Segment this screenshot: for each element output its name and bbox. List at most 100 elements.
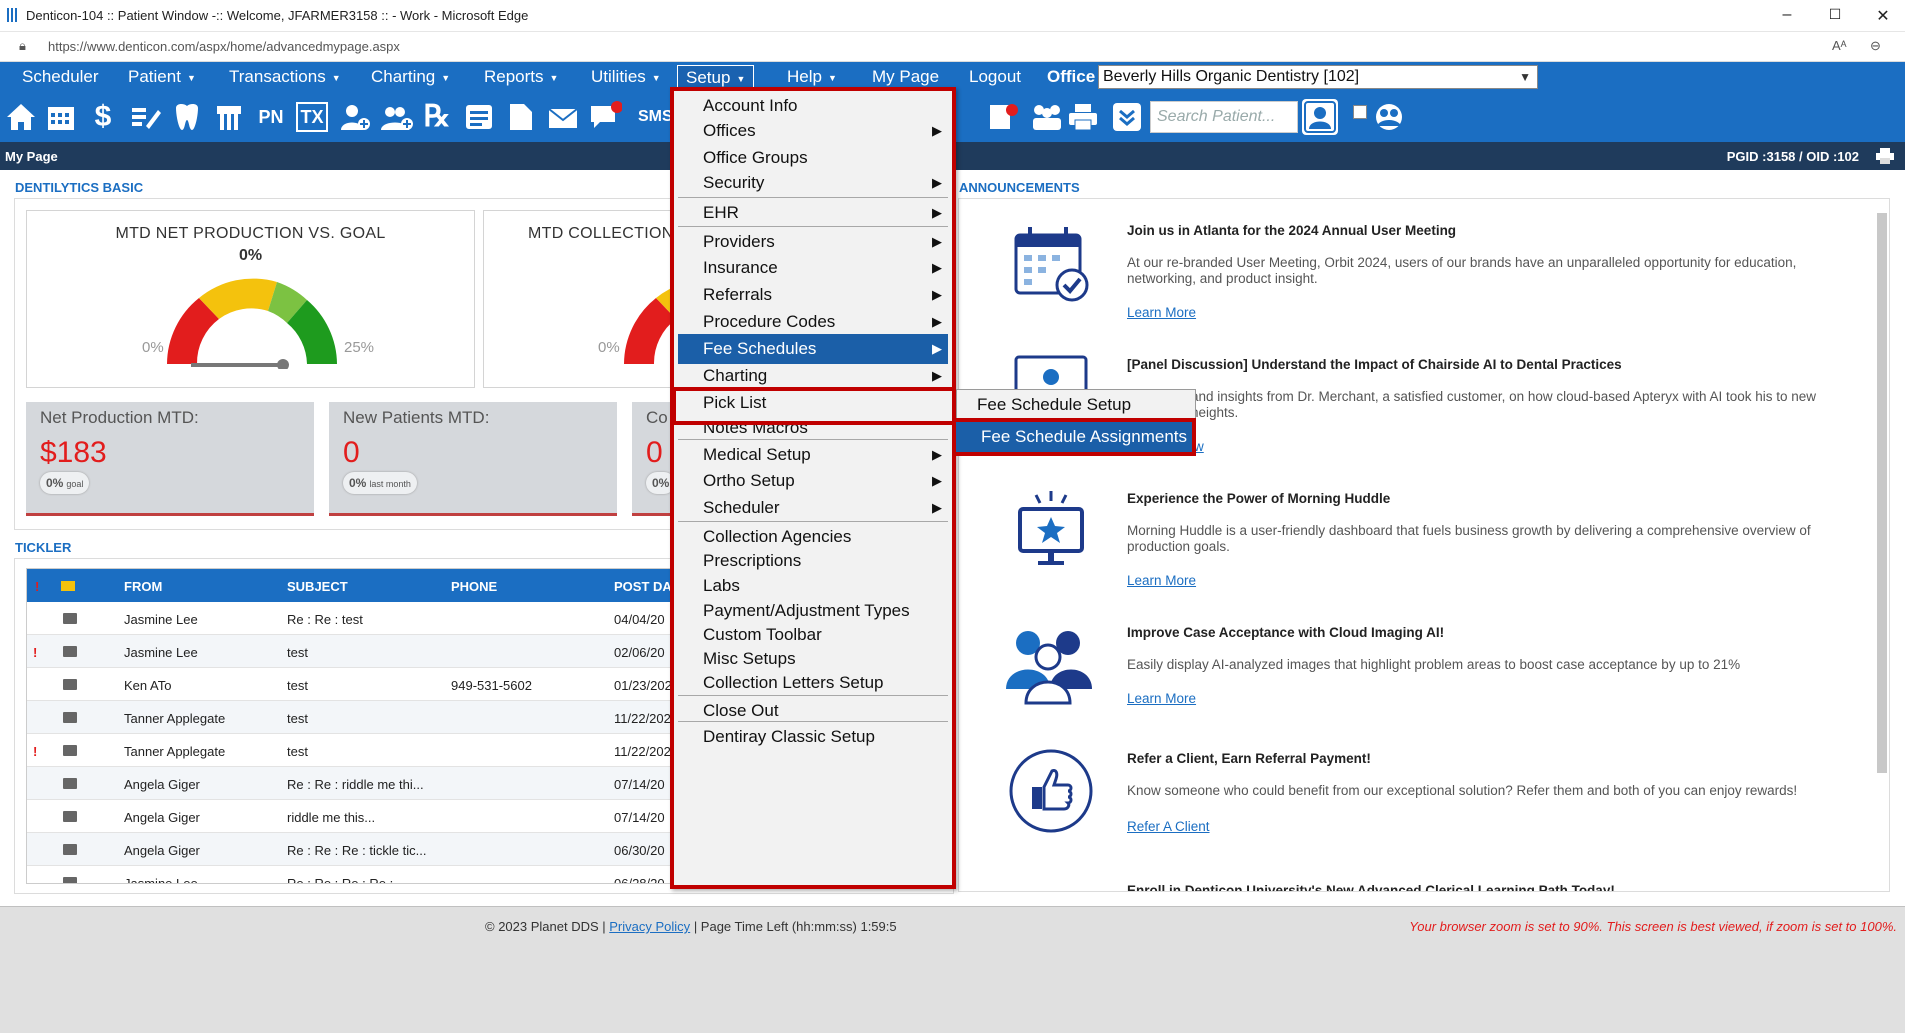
read-aloud-icon[interactable]: Aᴬ (1832, 38, 1847, 53)
mail-icon[interactable] (546, 100, 580, 134)
dollar-icon[interactable]: $ (86, 100, 120, 134)
menu-item-offices[interactable]: Offices ▶ (678, 116, 948, 146)
office-select[interactable]: Beverly Hills Organic Dentistry [102] ▼ (1098, 65, 1538, 89)
menu-item-fee-schedule-setup[interactable]: Fee Schedule Setup (957, 390, 1195, 420)
table-row[interactable]: Jasmine Lee Re : Re : test 04/04/20 (27, 602, 675, 635)
nav-logout[interactable]: Logout (961, 65, 1029, 89)
teeth-chart-icon[interactable] (212, 100, 246, 134)
announcement-link[interactable]: Learn More (1127, 573, 1196, 588)
footer-text: © 2023 Planet DDS | Privacy Policy | Pag… (485, 919, 897, 934)
menu-item-collection-letters-setup[interactable]: Collection Letters Setup (678, 668, 948, 698)
menu-item-ortho-setup[interactable]: Ortho Setup ▶ (678, 466, 948, 496)
group-icon[interactable] (1030, 100, 1064, 134)
envelope-icon (63, 745, 77, 756)
table-row[interactable]: Angela Giger Re : Re : riddle me thi... 07… (27, 767, 675, 800)
cell-post-date: 11/22/202 (614, 711, 671, 726)
setup-menu: Account Info Offices ▶ Office Groups Securit… (670, 87, 956, 889)
maximize-icon[interactable]: ☐ (1820, 6, 1850, 23)
add-patient-icon[interactable] (338, 100, 372, 134)
announcement-item: Experience the Power of Morning Huddle M… (959, 467, 1859, 597)
menu-item-fee-schedules[interactable]: Fee Schedules ▶ (678, 334, 948, 364)
table-row[interactable]: Ken ATo test 949-531-5602 01/23/202 (27, 668, 675, 701)
col-subject[interactable]: SUBJECT (287, 579, 348, 594)
minimize-icon[interactable]: – (1772, 6, 1802, 24)
notes-icon[interactable] (462, 100, 496, 134)
envelope-icon (63, 646, 77, 657)
collapse-icon[interactable] (1110, 100, 1144, 134)
table-row[interactable]: Angela Giger Re : Re : Re : tickle tic...… (27, 833, 675, 866)
kpi-badge: 0% goal (40, 472, 90, 494)
menu-item-scheduler[interactable]: Scheduler ▶ (678, 493, 948, 523)
nav-utilities[interactable]: Utilities ▼ (583, 65, 669, 89)
menu-item-label: Offices (703, 121, 756, 140)
tooth-icon[interactable] (170, 100, 204, 134)
table-row[interactable]: Tanner Applegate test 11/22/202 (27, 701, 675, 734)
home-icon[interactable] (4, 100, 38, 134)
cell-post-date: 04/04/20 (614, 612, 665, 627)
rx-icon[interactable]: ℞ (420, 100, 454, 134)
announcement-title: [Panel Discussion] Understand the Impact… (1127, 357, 1622, 372)
table-row[interactable]: ! Tanner Applegate test 11/22/202 (27, 734, 675, 767)
caret-down-icon: ▼ (441, 72, 451, 83)
table-row[interactable]: ! Jasmine Lee test 02/06/20 (27, 635, 675, 668)
col-from[interactable]: FROM (124, 579, 162, 594)
menu-item-dentiray-classic-setup[interactable]: Dentiray Classic Setup (678, 721, 948, 751)
cell-subject: Re : Re : Re : Re : (287, 876, 394, 884)
document-icon[interactable] (504, 100, 538, 134)
nav-scheduler[interactable]: Scheduler (14, 65, 107, 89)
url-text[interactable]: https://www.denticon.com/aspx/home/advan… (48, 39, 400, 54)
announcements-scrollbar[interactable] (1877, 213, 1887, 773)
menu-item-insurance[interactable]: Insurance ▶ (678, 253, 948, 283)
calendar-icon[interactable] (44, 100, 78, 134)
menu-item-referrals[interactable]: Referrals ▶ (678, 280, 948, 310)
announcement-link[interactable]: Refer A Client (1127, 819, 1210, 834)
patient-search-input[interactable]: Search Patient... (1150, 101, 1298, 133)
nav-charting[interactable]: Charting ▼ (363, 65, 458, 89)
table-row[interactable]: Jasmine Lee Re : Re : Re : Re : 06/28/20 (27, 866, 675, 884)
privacy-link[interactable]: Privacy Policy (609, 919, 690, 934)
pn-icon[interactable]: PN (254, 100, 288, 134)
office-value: Beverly Hills Organic Dentistry [102] (1103, 68, 1360, 85)
col-post-date[interactable]: POST DA (614, 579, 672, 594)
announcement-link[interactable]: Learn More (1127, 691, 1196, 706)
col-phone[interactable]: PHONE (451, 579, 497, 594)
close-icon[interactable]: ✕ (1868, 6, 1898, 26)
menu-item-label: Security (703, 173, 765, 192)
announcement-desc: Morning Huddle is a user-friendly dashbo… (1127, 523, 1811, 554)
menu-item-ehr[interactable]: EHR ▶ (678, 197, 948, 227)
toolbar-checkbox[interactable] (1353, 105, 1367, 119)
tx-icon[interactable]: TX (296, 102, 328, 132)
people-search-icon[interactable] (1372, 100, 1406, 134)
kpi-value: 0 (646, 436, 663, 469)
address-bar[interactable]: 🔒︎ https://www.denticon.com/aspx/home/ad… (0, 32, 1905, 62)
kpi-value: 0 (343, 436, 360, 469)
printer-icon[interactable] (1875, 148, 1895, 164)
cell-subject: Re : Re : riddle me thi... (287, 777, 424, 792)
nav-label: Patient (128, 67, 181, 86)
menu-item-security[interactable]: Security ▶ (678, 168, 948, 198)
sms-icon[interactable]: SMS (638, 100, 673, 134)
menu-item-fee-schedule-assignments[interactable]: Fee Schedule Assignments (952, 418, 1196, 456)
patient-search-icon[interactable] (1302, 99, 1338, 135)
menu-item-procedure-codes[interactable]: Procedure Codes ▶ (678, 307, 948, 337)
table-row[interactable]: Angela Giger riddle me this... 07/14/20 (27, 800, 675, 833)
menu-item-providers[interactable]: Providers ▶ (678, 226, 948, 256)
message-icon[interactable] (588, 100, 623, 134)
announcement-link[interactable]: Learn More (1127, 305, 1196, 320)
nav-help[interactable]: Help ▼ (779, 65, 845, 89)
edit-list-icon[interactable] (128, 100, 162, 134)
menu-item-medical-setup[interactable]: Medical Setup ▶ (678, 439, 948, 469)
cell-post-date: 02/06/20 (614, 645, 665, 660)
priority-icon: ! (35, 579, 40, 594)
nav-transactions[interactable]: Transactions ▼ (221, 65, 349, 89)
form-icon[interactable] (986, 100, 1020, 134)
nav-my-page[interactable]: My Page (864, 65, 947, 89)
add-family-icon[interactable] (380, 100, 414, 134)
announcement-desc: Know someone who could benefit from our … (1127, 783, 1798, 798)
print-icon[interactable] (1066, 100, 1100, 134)
nav-reports[interactable]: Reports ▼ (476, 65, 566, 89)
zoom-icon[interactable]: ⊖ (1870, 38, 1881, 54)
nav-setup[interactable]: Setup ▼ (677, 65, 755, 89)
announcements-heading: ANNOUNCEMENTS (959, 180, 1080, 195)
nav-patient[interactable]: Patient ▼ (120, 65, 204, 89)
